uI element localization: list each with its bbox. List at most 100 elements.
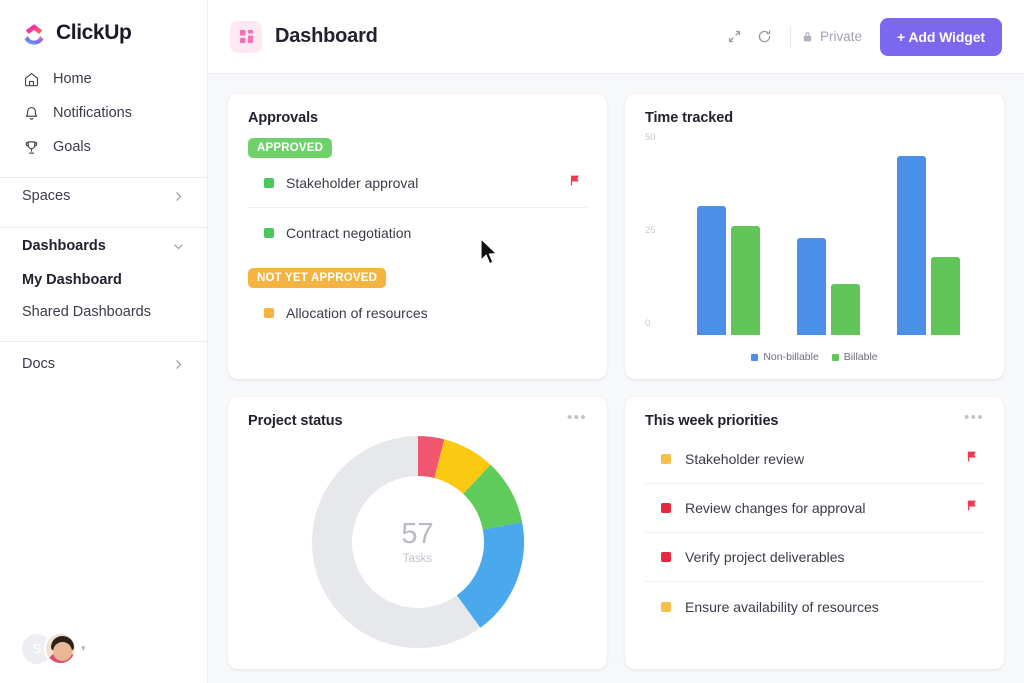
primary-nav: Home Notifications (0, 62, 207, 164)
time-tracked-card-title: Time tracked (645, 110, 733, 126)
y-tick-25: 25 (645, 225, 656, 236)
page-title: Dashboard (275, 25, 378, 48)
sidebar-item-shared-dashboards[interactable]: Shared Dashboards (0, 296, 207, 328)
sidebar: ClickUp Home Notific (0, 0, 208, 683)
task-name: Verify project deliverables (685, 549, 978, 565)
add-widget-button[interactable]: + Add Widget (880, 18, 1002, 56)
sidebar-item-goals-label: Goals (53, 139, 91, 155)
donut-segment[interactable] (476, 479, 502, 526)
donut-segment[interactable] (468, 526, 503, 612)
donut-chart: 57 Tasks (248, 429, 587, 655)
bar[interactable] (897, 156, 926, 335)
priorities-card-title: This week priorities (645, 413, 778, 429)
status-badge-not-yet-approved: NOT YET APPROVED (248, 268, 386, 288)
y-tick-50: 50 (645, 132, 656, 143)
bar-chart: 50 25 0 Non-billable Billable (645, 132, 984, 365)
list-item[interactable]: Review changes for approval (645, 484, 984, 533)
table-row[interactable]: Contract negotiation (248, 208, 587, 258)
status-dot (264, 178, 274, 188)
sidebar-item-my-dashboard[interactable]: My Dashboard (0, 264, 207, 296)
task-name: Allocation of resources (286, 305, 581, 321)
donut-segment[interactable] (439, 459, 476, 480)
approvals-group-approved: APPROVED Stakeholder approval Contract n… (248, 138, 587, 258)
more-options-icon[interactable]: ••• (567, 413, 587, 423)
donut-svg (312, 436, 524, 648)
sidebar-item-docs[interactable]: Docs (0, 346, 207, 382)
time-tracked-card-header: Time tracked (645, 110, 984, 126)
legend-label: Billable (844, 351, 878, 363)
legend-item: Billable (832, 351, 878, 363)
sidebar-item-notifications-label: Notifications (53, 105, 132, 121)
bell-icon (22, 104, 40, 122)
expand-arrows-icon[interactable] (720, 22, 750, 52)
lock-icon (801, 30, 814, 43)
sidebar-item-spaces[interactable]: Spaces (0, 178, 207, 214)
priorities-card: This week priorities ••• Stakeholder rev… (625, 397, 1004, 669)
table-row[interactable]: Allocation of resources (248, 288, 587, 338)
bar-group (697, 206, 760, 335)
bar[interactable] (797, 238, 826, 336)
sidebar-item-dashboards-label: Dashboards (22, 238, 106, 254)
sidebar-item-dashboards[interactable]: Dashboards (0, 228, 207, 264)
list-item[interactable]: Ensure availability of resources (645, 582, 984, 631)
dashboard-grid-icon (230, 21, 262, 53)
sidebar-item-notifications[interactable]: Notifications (0, 96, 207, 130)
user-menu[interactable]: S ▾ (22, 632, 86, 665)
list-item[interactable]: Stakeholder review (645, 435, 984, 484)
sidebar-item-goals[interactable]: Goals (0, 130, 207, 164)
widget-grid: Approvals APPROVED Stakeholder approval … (208, 74, 1024, 683)
approvals-card-title: Approvals (248, 110, 318, 126)
chart-legend: Non-billable Billable (645, 351, 984, 363)
chevron-down-icon[interactable]: ▾ (81, 643, 86, 654)
more-options-icon[interactable]: ••• (964, 413, 984, 423)
legend-swatch (832, 354, 839, 361)
bar[interactable] (731, 226, 760, 335)
donut-segment[interactable] (418, 456, 439, 459)
legend-label: Non-billable (763, 351, 818, 363)
flag-icon[interactable] (965, 499, 978, 517)
topbar: Dashboard (208, 0, 1024, 74)
sidebar-divider-3 (0, 341, 207, 342)
chevron-right-icon (172, 190, 185, 203)
sidebar-item-home-label: Home (53, 71, 92, 87)
task-name: Ensure availability of resources (685, 599, 978, 615)
privacy-label: Private (820, 29, 862, 44)
y-tick-0: 0 (645, 318, 650, 329)
app-root: ClickUp Home Notific (0, 0, 1024, 683)
priorities-card-header: This week priorities ••• (645, 413, 984, 429)
bar[interactable] (831, 284, 860, 335)
chevron-down-icon (172, 240, 185, 253)
flag-icon[interactable] (568, 174, 581, 192)
privacy-toggle[interactable]: Private (801, 29, 862, 44)
approvals-group-not-approved: NOT YET APPROVED Allocation of resources (248, 268, 587, 338)
legend-item: Non-billable (751, 351, 818, 363)
main-area: Dashboard (208, 0, 1024, 683)
priorities-list: Stakeholder reviewReview changes for app… (645, 435, 984, 631)
project-status-card-title: Project status (248, 413, 343, 429)
bar-groups (679, 132, 978, 335)
approvals-card: Approvals APPROVED Stakeholder approval … (228, 94, 607, 379)
project-status-card-header: Project status ••• (248, 413, 587, 429)
bar[interactable] (697, 206, 726, 335)
clickup-logo[interactable]: ClickUp (0, 0, 207, 46)
task-name: Stakeholder approval (286, 175, 556, 191)
list-item[interactable]: Verify project deliverables (645, 533, 984, 582)
status-dot (661, 503, 671, 513)
bar-group (797, 238, 860, 336)
trophy-icon (22, 138, 40, 156)
flag-icon[interactable] (965, 450, 978, 468)
bar[interactable] (931, 257, 960, 335)
status-badge-approved: APPROVED (248, 138, 332, 158)
project-status-card: Project status ••• 57 Tasks (228, 397, 607, 669)
sidebar-item-home[interactable]: Home (0, 62, 207, 96)
table-row[interactable]: Stakeholder approval (248, 158, 587, 208)
home-icon (22, 70, 40, 88)
avatar[interactable] (44, 632, 77, 665)
refresh-icon[interactable] (750, 22, 780, 52)
avatar-face (53, 642, 72, 661)
status-dot (661, 602, 671, 612)
status-dot (264, 228, 274, 238)
sidebar-item-docs-label: Docs (22, 356, 55, 372)
chevron-right-icon (172, 358, 185, 371)
legend-swatch (751, 354, 758, 361)
